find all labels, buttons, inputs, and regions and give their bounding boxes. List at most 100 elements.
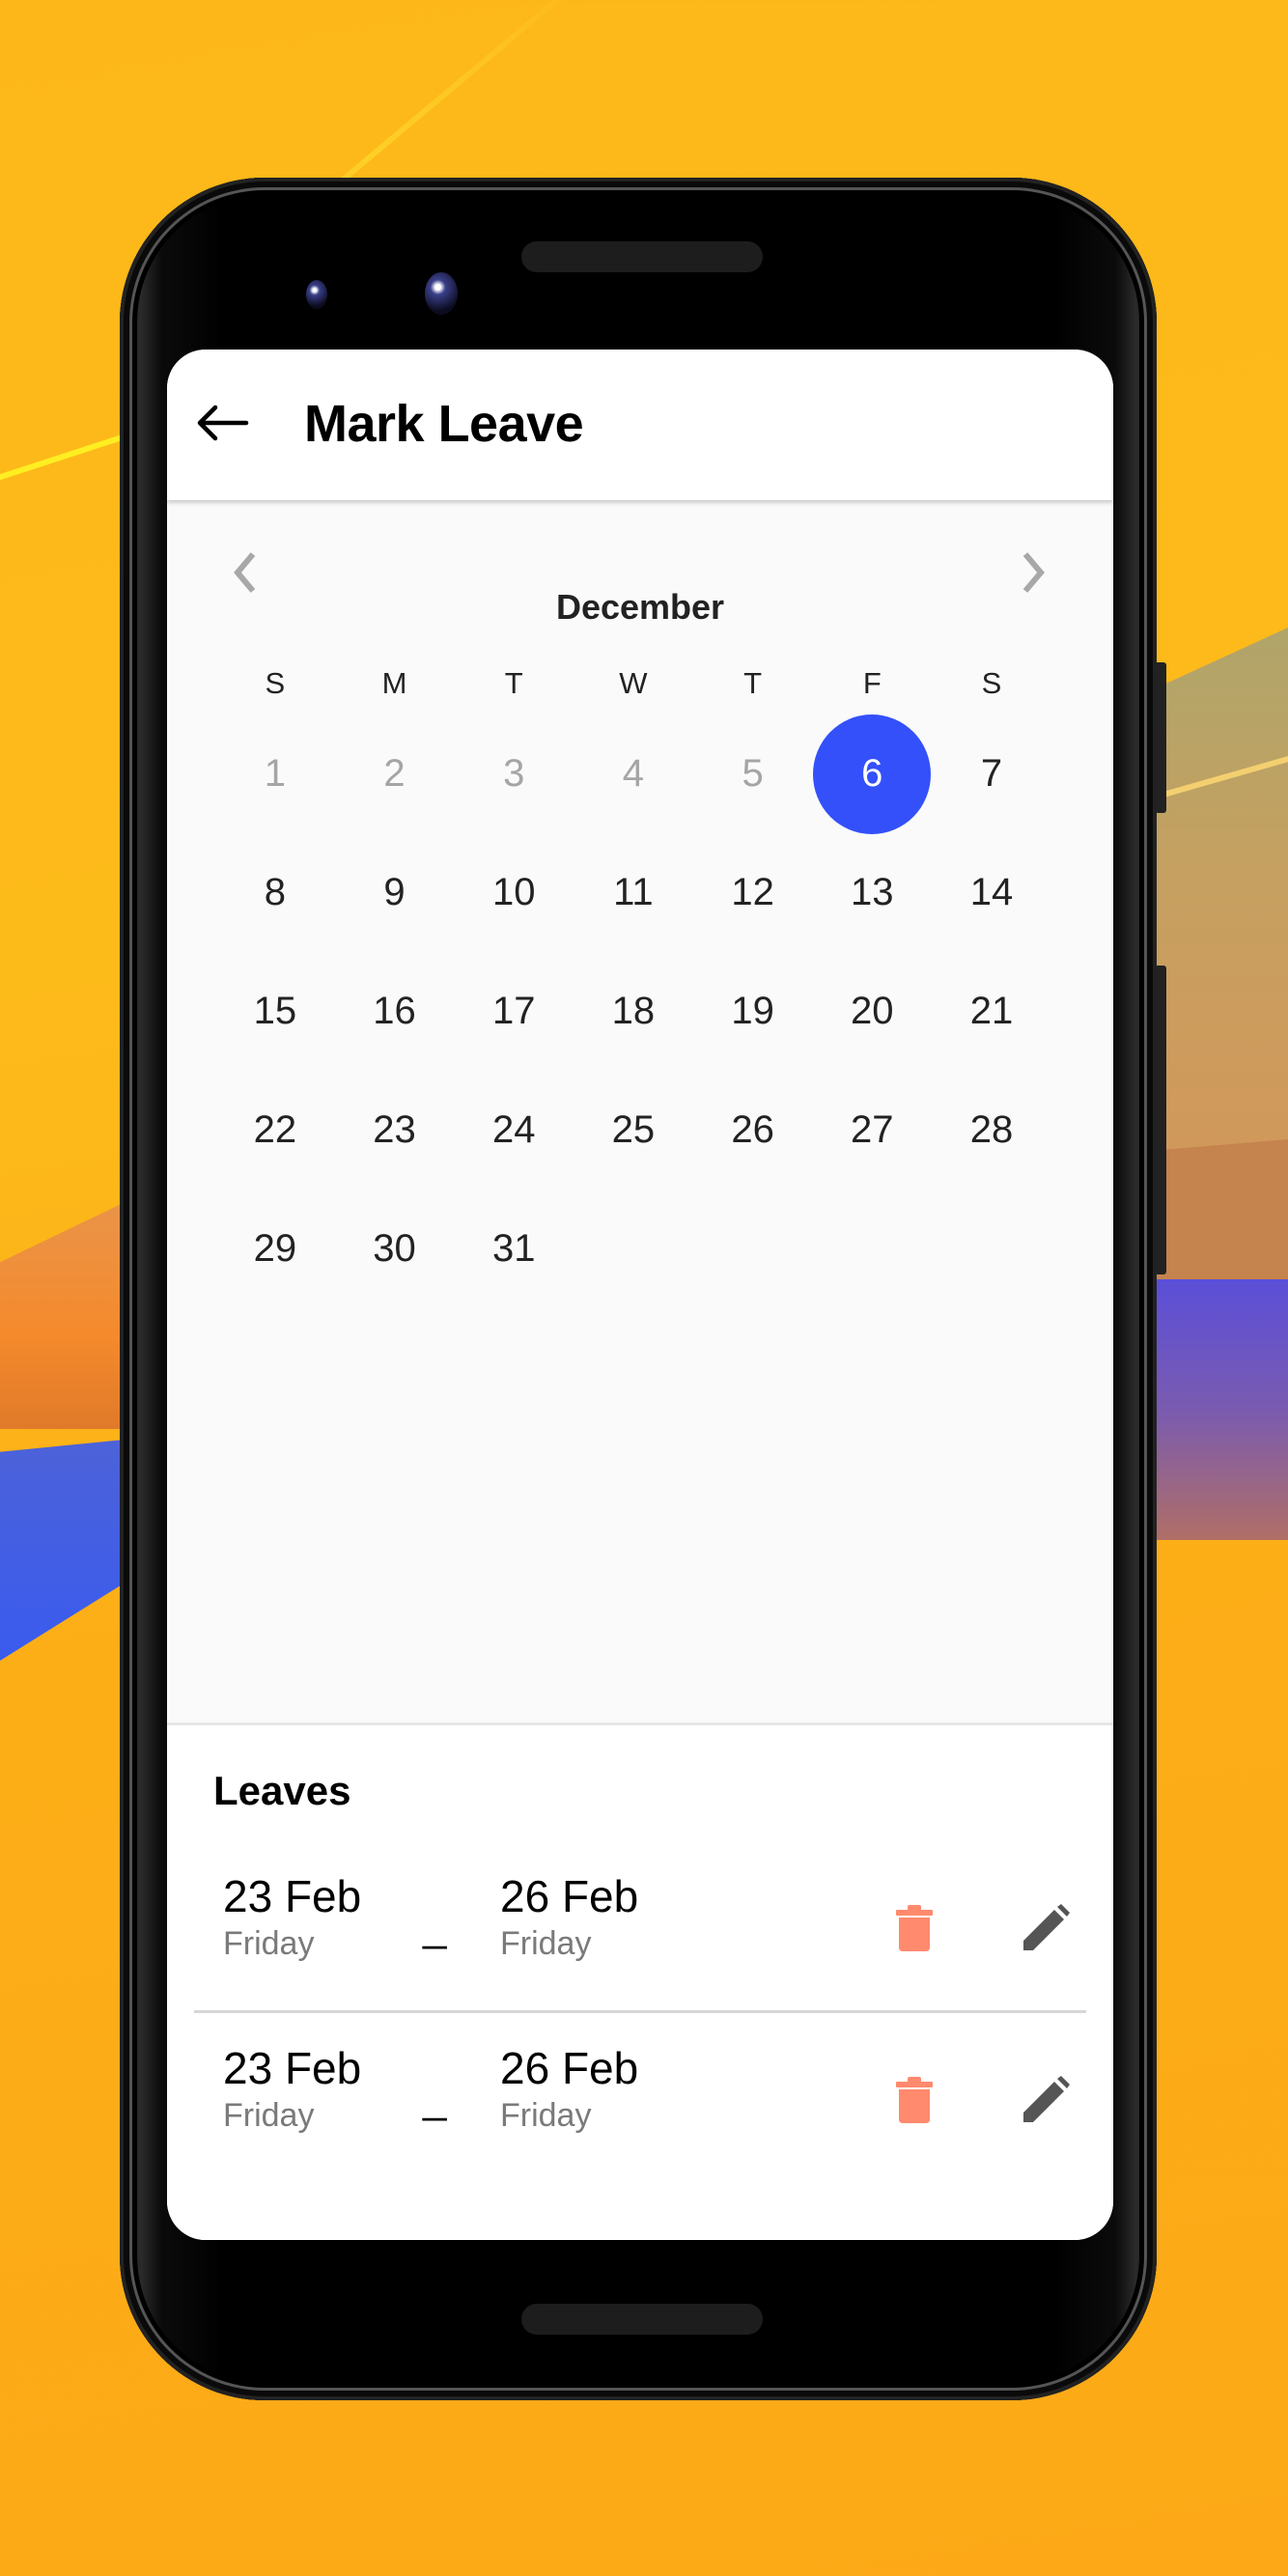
calendar-day[interactable]: 14: [932, 833, 1051, 952]
day-number: 26: [731, 1108, 774, 1151]
day-number: 11: [613, 871, 654, 913]
calendar-day[interactable]: 7: [932, 714, 1051, 833]
pencil-icon: [1022, 2075, 1070, 2129]
calendar-day[interactable]: 16: [335, 952, 455, 1071]
weekday-label: S: [265, 666, 286, 700]
leaves-panel: Leaves 23 Feb Friday _ 26 Feb Friday 23 …: [167, 1722, 1113, 2240]
calendar-day[interactable]: 10: [454, 833, 574, 952]
pencil-icon: [1022, 1903, 1070, 1957]
leave-start: 23 Feb Friday: [223, 1872, 361, 1963]
day-grid: 1 2 3 4 5 6 7 8 9 10 11 12 13 14 15 16 17 18 19 20 21 22 23 24 2…: [215, 714, 1051, 1308]
background-band-brown: [1149, 1139, 1288, 1284]
calendar-day[interactable]: 12: [693, 833, 813, 952]
phone-front-camera: [425, 272, 458, 315]
back-button[interactable]: [196, 398, 250, 452]
weekday-label: T: [743, 666, 763, 700]
calendar-day[interactable]: 15: [215, 952, 335, 1071]
trash-icon: [895, 1904, 934, 1957]
leave-start-date: 23 Feb: [223, 1871, 362, 1921]
calendar-day[interactable]: 17: [454, 952, 574, 1071]
calendar-day[interactable]: 2: [335, 714, 455, 833]
weekday-label: T: [504, 666, 523, 700]
calendar-day[interactable]: 23: [335, 1071, 455, 1190]
delete-leave-button[interactable]: [883, 2071, 945, 2133]
day-number: 31: [491, 1227, 536, 1270]
month-label: December: [555, 587, 725, 627]
trash-icon: [895, 2076, 934, 2129]
day-number: 5: [742, 752, 764, 795]
leave-end-date: 26 Feb: [500, 2043, 639, 2093]
day-number: 14: [969, 871, 1014, 913]
day-number: 4: [622, 752, 645, 795]
calendar-day[interactable]: 21: [932, 952, 1051, 1071]
day-number: 27: [851, 1108, 894, 1151]
background-band-orange: [0, 1197, 135, 1429]
background-band-purple: [1149, 1279, 1288, 1540]
leave-item: 23 Feb Friday _ 26 Feb Friday: [194, 2015, 1086, 2185]
day-number: 25: [611, 1108, 656, 1151]
day-number: 19: [731, 990, 774, 1032]
calendar-day[interactable]: 20: [812, 952, 932, 1071]
day-number: 15: [253, 990, 297, 1032]
calendar-day[interactable]: 30: [335, 1190, 455, 1308]
day-number: 9: [383, 871, 406, 913]
page-title: Mark Leave: [304, 395, 584, 453]
day-number: 7: [980, 752, 1003, 795]
calendar-day[interactable]: 29: [215, 1190, 335, 1308]
leave-item: 23 Feb Friday _ 26 Feb Friday: [194, 1843, 1086, 2013]
phone-sensor: [306, 280, 327, 309]
calendar-day[interactable]: 24: [454, 1071, 574, 1190]
weekday-header: S M T W T F S: [215, 666, 1051, 701]
calendar-day[interactable]: 18: [574, 952, 693, 1071]
day-number: 21: [969, 990, 1014, 1032]
leave-end: 26 Feb Friday: [500, 2044, 638, 2135]
day-number: 22: [253, 1108, 297, 1151]
calendar-day[interactable]: 5: [693, 714, 813, 833]
day-number: 30: [373, 1227, 416, 1270]
day-number: 23: [373, 1108, 416, 1151]
calendar-day[interactable]: 27: [812, 1071, 932, 1190]
calendar-day[interactable]: 13: [812, 833, 932, 952]
calendar-day-selected[interactable]: 6: [812, 714, 932, 833]
day-number: 20: [851, 990, 894, 1032]
phone-bottom-speaker: [521, 2304, 763, 2335]
day-number: 24: [491, 1108, 536, 1151]
leaves-title: Leaves: [213, 1768, 351, 1813]
day-number: 1: [264, 752, 286, 795]
leave-end-date: 26 Feb: [500, 1871, 639, 1921]
day-number: 3: [503, 752, 525, 795]
calendar-day[interactable]: 26: [693, 1071, 813, 1190]
calendar-day[interactable]: 22: [215, 1071, 335, 1190]
delete-leave-button[interactable]: [883, 1899, 945, 1961]
calendar-day[interactable]: 28: [932, 1071, 1051, 1190]
calendar-day[interactable]: 8: [215, 833, 335, 952]
day-number: 12: [731, 871, 774, 913]
day-number: 29: [253, 1227, 297, 1270]
day-number: 10: [491, 871, 536, 913]
leave-start-date: 23 Feb: [223, 2043, 362, 2093]
leave-start-day: Friday: [223, 1924, 315, 1962]
app-bar: Mark Leave: [167, 350, 1113, 500]
calendar-day[interactable]: 9: [335, 833, 455, 952]
calendar-day[interactable]: 11: [574, 833, 693, 952]
range-separator: _: [423, 1903, 447, 1950]
next-month-button[interactable]: [1005, 541, 1063, 608]
calendar-day[interactable]: 19: [693, 952, 813, 1071]
calendar-day[interactable]: 4: [574, 714, 693, 833]
day-number: 6: [861, 752, 883, 795]
weekday-label: M: [381, 666, 407, 700]
edit-leave-button[interactable]: [1015, 1899, 1077, 1961]
day-number: 28: [969, 1108, 1014, 1151]
calendar-day[interactable]: 25: [574, 1071, 693, 1190]
day-number: 13: [851, 871, 894, 913]
weekday-label: S: [981, 666, 1002, 700]
chevron-right-icon: [1020, 550, 1049, 600]
weekday-label: W: [619, 666, 648, 700]
calendar-day[interactable]: 1: [215, 714, 335, 833]
calendar-day[interactable]: 31: [454, 1190, 574, 1308]
day-number: 2: [383, 752, 406, 795]
day-number: 18: [611, 990, 656, 1032]
edit-leave-button[interactable]: [1015, 2071, 1077, 2133]
calendar-day[interactable]: 3: [454, 714, 574, 833]
range-separator: _: [423, 2075, 447, 2122]
